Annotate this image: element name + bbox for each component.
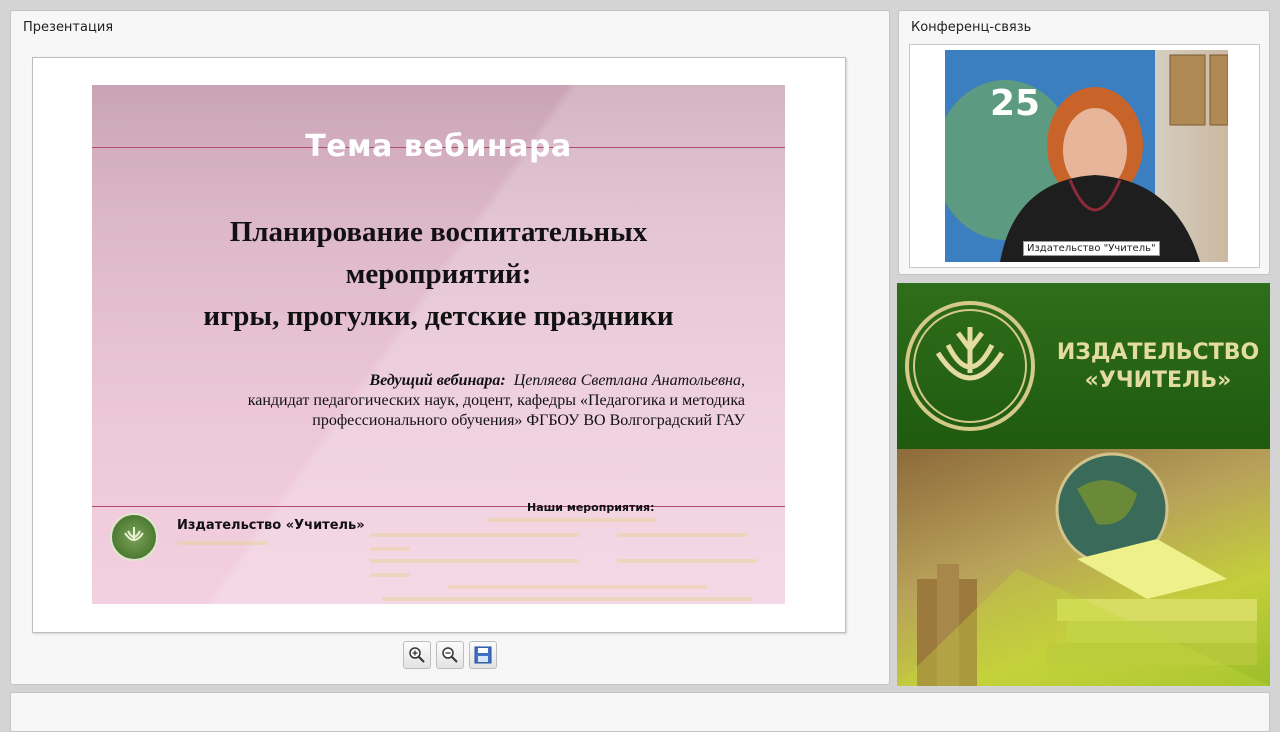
publisher-logo-icon <box>110 513 158 561</box>
banner-green-block: ИЗДАТЕЛЬСТВО «УЧИТЕЛЬ» <box>897 283 1270 449</box>
presenter-video-image: 25 <box>945 50 1228 262</box>
banner-books-globe-photo <box>897 449 1270 686</box>
books-globe-image <box>897 452 1270 686</box>
presentation-panel: Презентация Тема вебинара Планирование в… <box>10 10 890 685</box>
save-button[interactable] <box>469 641 497 669</box>
faint-text <box>370 547 410 551</box>
slide-host-block: Ведущий вебинара: Цепляева Светлана Анат… <box>145 371 745 431</box>
slide-title: Планирование воспитательных мероприятий:… <box>92 211 785 337</box>
zoom-in-icon <box>409 647 425 663</box>
video-frame: 25 Издательство "Учитель" <box>945 50 1228 262</box>
book-leaves-icon <box>935 327 1005 381</box>
slide-topic-heading: Тема вебинара <box>305 129 572 164</box>
faint-text <box>370 573 410 577</box>
participant-name-tag: Издательство "Учитель" <box>1023 241 1160 256</box>
slide-title-line: мероприятий: <box>345 258 532 290</box>
slide-publisher-name: Издательство «Учитель» <box>177 518 365 533</box>
save-icon <box>474 646 492 664</box>
zoom-out-icon <box>442 647 458 663</box>
banner-publisher-line: «УЧИТЕЛЬ» <box>1084 368 1232 393</box>
banner-publisher-text: ИЗДАТЕЛЬСТВО «УЧИТЕЛЬ» <box>1053 339 1263 395</box>
slide: Тема вебинара Планирование воспитательны… <box>92 85 785 604</box>
slide-bottom-rule <box>92 506 785 507</box>
zoom-out-button[interactable] <box>436 641 464 669</box>
zoom-in-button[interactable] <box>403 641 431 669</box>
faint-text <box>382 597 752 601</box>
publisher-banner: ИЗДАТЕЛЬСТВО «УЧИТЕЛЬ» <box>897 283 1270 686</box>
faint-text <box>487 518 657 522</box>
faint-text <box>617 559 757 563</box>
svg-text:25: 25 <box>990 83 1040 124</box>
faint-text <box>370 559 580 563</box>
slide-title-line: Планирование воспитательных <box>229 216 648 248</box>
host-details-line: профессионального обучения» ФГБОУ ВО Вол… <box>312 412 745 429</box>
host-label: Ведущий вебинара: <box>369 372 506 389</box>
host-name: Цепляева Светлана Анатольевна, <box>513 372 745 389</box>
host-details-line: кандидат педагогических наук, доцент, ка… <box>247 392 745 409</box>
faint-text <box>617 533 747 537</box>
faint-text <box>447 585 707 589</box>
faint-text <box>177 541 267 545</box>
slide-events-label: Наши мероприятия: <box>527 501 655 514</box>
faint-text <box>370 533 580 537</box>
presentation-panel-title: Презентация <box>23 20 114 35</box>
slide-stage: Тема вебинара Планирование воспитательны… <box>32 57 846 633</box>
banner-publisher-line: ИЗДАТЕЛЬСТВО <box>1056 340 1260 365</box>
conference-panel-title: Конференц-связь <box>911 20 1032 35</box>
conference-panel: Конференц-связь 25 Издательство "Учитель… <box>898 10 1270 275</box>
video-feed[interactable]: 25 Издательство "Учитель" <box>909 44 1260 268</box>
slide-title-line: игры, прогулки, детские праздники <box>203 300 674 332</box>
bottom-panel <box>10 692 1270 732</box>
